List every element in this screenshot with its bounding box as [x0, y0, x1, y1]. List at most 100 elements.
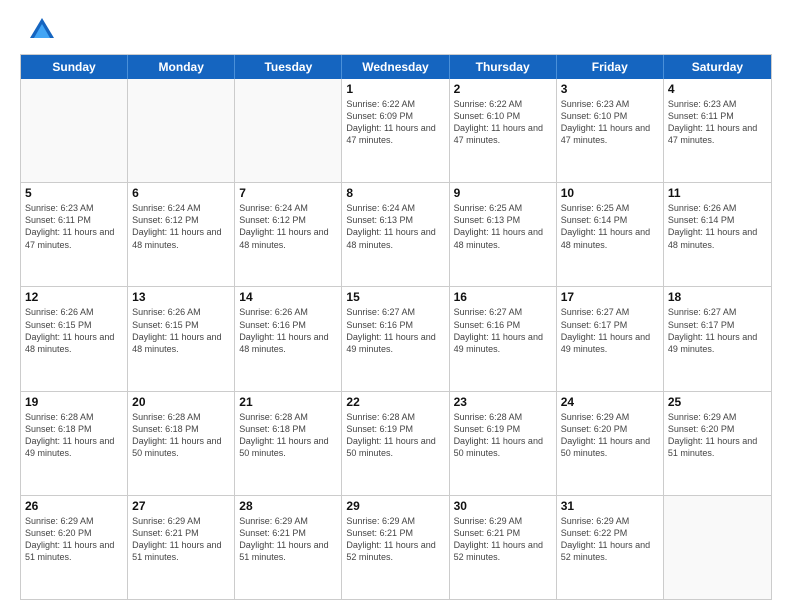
calendar-cell: 13 Sunrise: 6:26 AMSunset: 6:15 PMDayligh…: [128, 287, 235, 390]
day-number: 19: [25, 395, 123, 409]
day-number: 15: [346, 290, 444, 304]
day-number: 6: [132, 186, 230, 200]
day-info: Sunrise: 6:26 AMSunset: 6:15 PMDaylight:…: [25, 306, 123, 355]
calendar-cell: 16Sunrise: 6:27 AMSunset: 6:16 PMDayligh…: [450, 287, 557, 390]
day-info: Sunrise: 6:22 AMSunset: 6:10 PMDaylight:…: [454, 98, 552, 147]
day-header-saturday: Saturday: [664, 55, 771, 79]
day-info: Sunrise: 6:24 AMSunset: 6:12 PMDaylight:…: [239, 202, 337, 251]
calendar-cell: 5 Sunrise: 6:23 AMSunset: 6:11 PMDaylight…: [21, 183, 128, 286]
day-number: 1: [346, 82, 444, 96]
day-info: Sunrise: 6:29 AMSunset: 6:20 PMDaylight:…: [25, 515, 123, 564]
calendar-week-3: 12 Sunrise: 6:26 AMSunset: 6:15 PMDayligh…: [21, 287, 771, 391]
day-number: 28: [239, 499, 337, 513]
calendar-cell: [235, 79, 342, 182]
day-info: Sunrise: 6:27 AMSunset: 6:16 PMDaylight:…: [454, 306, 552, 355]
day-number: 25: [668, 395, 767, 409]
calendar-cell: [21, 79, 128, 182]
calendar-cell: 7 Sunrise: 6:24 AMSunset: 6:12 PMDaylight…: [235, 183, 342, 286]
day-info: Sunrise: 6:23 AMSunset: 6:11 PMDaylight:…: [668, 98, 767, 147]
day-number: 26: [25, 499, 123, 513]
day-header-friday: Friday: [557, 55, 664, 79]
day-info: Sunrise: 6:26 AMSunset: 6:15 PMDaylight:…: [132, 306, 230, 355]
day-info: Sunrise: 6:28 AMSunset: 6:18 PMDaylight:…: [25, 411, 123, 460]
day-info: Sunrise: 6:23 AMSunset: 6:11 PMDaylight:…: [25, 202, 123, 251]
day-number: 14: [239, 290, 337, 304]
calendar-week-2: 5 Sunrise: 6:23 AMSunset: 6:11 PMDaylight…: [21, 183, 771, 287]
calendar-cell: 26 Sunrise: 6:29 AMSunset: 6:20 PMDayligh…: [21, 496, 128, 599]
calendar-cell: 3Sunrise: 6:23 AMSunset: 6:10 PMDaylight…: [557, 79, 664, 182]
day-info: Sunrise: 6:22 AMSunset: 6:09 PMDaylight:…: [346, 98, 444, 147]
day-info: Sunrise: 6:24 AMSunset: 6:12 PMDaylight:…: [132, 202, 230, 251]
day-number: 3: [561, 82, 659, 96]
calendar-cell: 4 Sunrise: 6:23 AMSunset: 6:11 PMDaylight…: [664, 79, 771, 182]
day-number: 10: [561, 186, 659, 200]
day-number: 20: [132, 395, 230, 409]
day-info: Sunrise: 6:29 AMSunset: 6:21 PMDaylight:…: [239, 515, 337, 564]
calendar-cell: 18 Sunrise: 6:27 AMSunset: 6:17 PMDayligh…: [664, 287, 771, 390]
day-info: Sunrise: 6:29 AMSunset: 6:20 PMDaylight:…: [561, 411, 659, 460]
day-number: 21: [239, 395, 337, 409]
day-info: Sunrise: 6:26 AMSunset: 6:14 PMDaylight:…: [668, 202, 767, 251]
day-number: 13: [132, 290, 230, 304]
day-number: 5: [25, 186, 123, 200]
day-number: 11: [668, 186, 767, 200]
day-number: 8: [346, 186, 444, 200]
day-info: Sunrise: 6:29 AMSunset: 6:21 PMDaylight:…: [454, 515, 552, 564]
calendar-cell: 30 Sunrise: 6:29 AMSunset: 6:21 PMDayligh…: [450, 496, 557, 599]
day-number: 4: [668, 82, 767, 96]
day-info: Sunrise: 6:29 AMSunset: 6:21 PMDaylight:…: [132, 515, 230, 564]
day-number: 30: [454, 499, 552, 513]
day-number: 17: [561, 290, 659, 304]
calendar-cell: 8 Sunrise: 6:24 AMSunset: 6:13 PMDaylight…: [342, 183, 449, 286]
day-info: Sunrise: 6:27 AMSunset: 6:17 PMDaylight:…: [561, 306, 659, 355]
day-header-tuesday: Tuesday: [235, 55, 342, 79]
day-info: Sunrise: 6:28 AMSunset: 6:19 PMDaylight:…: [454, 411, 552, 460]
calendar-cell: 21 Sunrise: 6:28 AMSunset: 6:18 PMDayligh…: [235, 392, 342, 495]
day-number: 2: [454, 82, 552, 96]
day-header-thursday: Thursday: [450, 55, 557, 79]
day-info: Sunrise: 6:29 AMSunset: 6:21 PMDaylight:…: [346, 515, 444, 564]
day-number: 23: [454, 395, 552, 409]
calendar-week-1: 1 Sunrise: 6:22 AMSunset: 6:09 PMDaylight…: [21, 79, 771, 183]
calendar-cell: [664, 496, 771, 599]
calendar-body: 1 Sunrise: 6:22 AMSunset: 6:09 PMDaylight…: [21, 79, 771, 599]
calendar-cell: 2 Sunrise: 6:22 AMSunset: 6:10 PMDaylight…: [450, 79, 557, 182]
calendar-cell: 17 Sunrise: 6:27 AMSunset: 6:17 PMDayligh…: [557, 287, 664, 390]
day-info: Sunrise: 6:28 AMSunset: 6:18 PMDaylight:…: [239, 411, 337, 460]
day-info: Sunrise: 6:29 AMSunset: 6:22 PMDaylight:…: [561, 515, 659, 564]
calendar-cell: 29Sunrise: 6:29 AMSunset: 6:21 PMDayligh…: [342, 496, 449, 599]
day-info: Sunrise: 6:29 AMSunset: 6:20 PMDaylight:…: [668, 411, 767, 460]
day-number: 18: [668, 290, 767, 304]
day-info: Sunrise: 6:27 AMSunset: 6:17 PMDaylight:…: [668, 306, 767, 355]
day-info: Sunrise: 6:28 AMSunset: 6:19 PMDaylight:…: [346, 411, 444, 460]
day-info: Sunrise: 6:28 AMSunset: 6:18 PMDaylight:…: [132, 411, 230, 460]
day-header-sunday: Sunday: [21, 55, 128, 79]
calendar-cell: 25 Sunrise: 6:29 AMSunset: 6:20 PMDayligh…: [664, 392, 771, 495]
day-number: 27: [132, 499, 230, 513]
calendar-cell: 22Sunrise: 6:28 AMSunset: 6:19 PMDayligh…: [342, 392, 449, 495]
calendar-cell: [128, 79, 235, 182]
calendar-header-row: SundayMondayTuesdayWednesdayThursdayFrid…: [21, 55, 771, 79]
calendar-cell: 9Sunrise: 6:25 AMSunset: 6:13 PMDaylight…: [450, 183, 557, 286]
calendar-cell: 23 Sunrise: 6:28 AMSunset: 6:19 PMDayligh…: [450, 392, 557, 495]
calendar-cell: 27 Sunrise: 6:29 AMSunset: 6:21 PMDayligh…: [128, 496, 235, 599]
day-info: Sunrise: 6:27 AMSunset: 6:16 PMDaylight:…: [346, 306, 444, 355]
day-number: 7: [239, 186, 337, 200]
calendar-week-4: 19 Sunrise: 6:28 AMSunset: 6:18 PMDayligh…: [21, 392, 771, 496]
calendar-cell: 11 Sunrise: 6:26 AMSunset: 6:14 PMDayligh…: [664, 183, 771, 286]
day-info: Sunrise: 6:26 AMSunset: 6:16 PMDaylight:…: [239, 306, 337, 355]
page-header: [20, 16, 772, 44]
day-number: 31: [561, 499, 659, 513]
calendar-cell: 14 Sunrise: 6:26 AMSunset: 6:16 PMDayligh…: [235, 287, 342, 390]
calendar-cell: 10 Sunrise: 6:25 AMSunset: 6:14 PMDayligh…: [557, 183, 664, 286]
day-number: 12: [25, 290, 123, 304]
calendar-cell: 20 Sunrise: 6:28 AMSunset: 6:18 PMDayligh…: [128, 392, 235, 495]
day-info: Sunrise: 6:25 AMSunset: 6:13 PMDaylight:…: [454, 202, 552, 251]
day-header-monday: Monday: [128, 55, 235, 79]
logo: [20, 16, 56, 44]
day-number: 24: [561, 395, 659, 409]
calendar: SundayMondayTuesdayWednesdayThursdayFrid…: [20, 54, 772, 600]
day-info: Sunrise: 6:25 AMSunset: 6:14 PMDaylight:…: [561, 202, 659, 251]
calendar-cell: 1 Sunrise: 6:22 AMSunset: 6:09 PMDaylight…: [342, 79, 449, 182]
day-info: Sunrise: 6:24 AMSunset: 6:13 PMDaylight:…: [346, 202, 444, 251]
